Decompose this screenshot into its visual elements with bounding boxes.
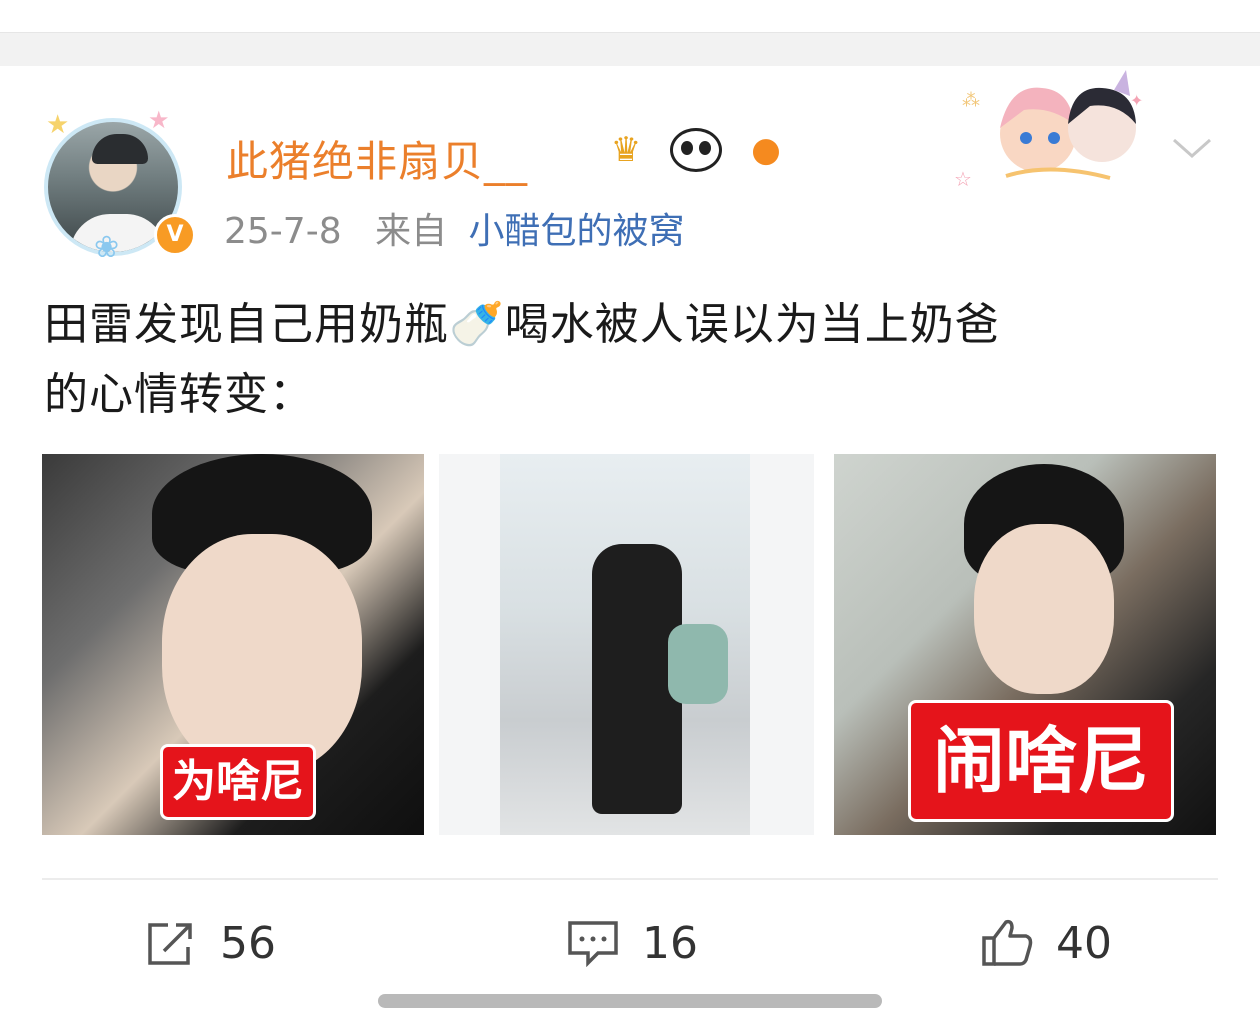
verified-badge-icon: V: [154, 214, 196, 256]
username[interactable]: 此猪绝非扇贝__: [226, 128, 528, 189]
image-padding: [439, 454, 500, 835]
cap-shape: [92, 134, 148, 164]
crown-badge-icon[interactable]: ♛: [598, 125, 654, 175]
post-date: 25-7-8: [224, 211, 342, 252]
repost-count: 56: [220, 917, 276, 969]
post-text-line2: 的心情转变：: [44, 369, 314, 420]
divider: [42, 878, 1218, 880]
face-shape: [162, 534, 362, 774]
image-caption-3: 闹啥尼: [908, 700, 1174, 822]
post-image-3[interactable]: 闹啥尼: [834, 454, 1216, 835]
user-badges: ♛ ●: [598, 122, 794, 178]
comment-button[interactable]: 16: [566, 912, 698, 974]
post-text: 田雷发现自己用奶瓶🍼喝水被人误以为当上奶爸 的心情转变：: [44, 290, 1194, 430]
like-count: 40: [1056, 917, 1112, 969]
post-source-link[interactable]: 小醋包的被窝: [469, 211, 685, 252]
fish-badge-icon[interactable]: ●: [738, 125, 794, 175]
home-indicator[interactable]: [378, 994, 882, 1008]
post-meta: 25-7-8 来自 小醋包的被窝: [224, 202, 685, 254]
face-shape: [974, 524, 1114, 694]
image-padding: [750, 454, 814, 835]
comment-icon: [568, 921, 618, 967]
post-image-2[interactable]: [500, 454, 750, 835]
svg-text:✦: ✦: [1130, 91, 1143, 110]
repost-button[interactable]: 56: [146, 912, 276, 974]
thumbs-up-icon: [982, 919, 1033, 966]
image-caption-1: 为啥尼: [160, 744, 316, 820]
decorative-sticker: ☆ ✦ ⁂: [954, 70, 1143, 191]
svg-text:☆: ☆: [954, 167, 972, 191]
panda-badge-icon[interactable]: [668, 125, 724, 175]
chevron-down-icon[interactable]: [1168, 130, 1216, 166]
post-text-line1: 田雷发现自己用奶瓶🍼喝水被人误以为当上奶爸: [44, 299, 1000, 350]
avatar[interactable]: ★ ★ ❀ V: [36, 104, 196, 265]
post-image-1[interactable]: 为啥尼: [42, 454, 424, 835]
bow-decoration-icon: ❀: [94, 230, 120, 265]
from-label: 来自: [375, 211, 448, 252]
like-button[interactable]: 40: [980, 912, 1112, 974]
comment-count: 16: [642, 917, 698, 969]
backpack-shape: [668, 624, 728, 704]
svg-text:⁂: ⁂: [962, 90, 980, 111]
repost-icon: [148, 923, 192, 965]
feed-separator: [0, 32, 1260, 67]
status-area: [0, 0, 1260, 32]
